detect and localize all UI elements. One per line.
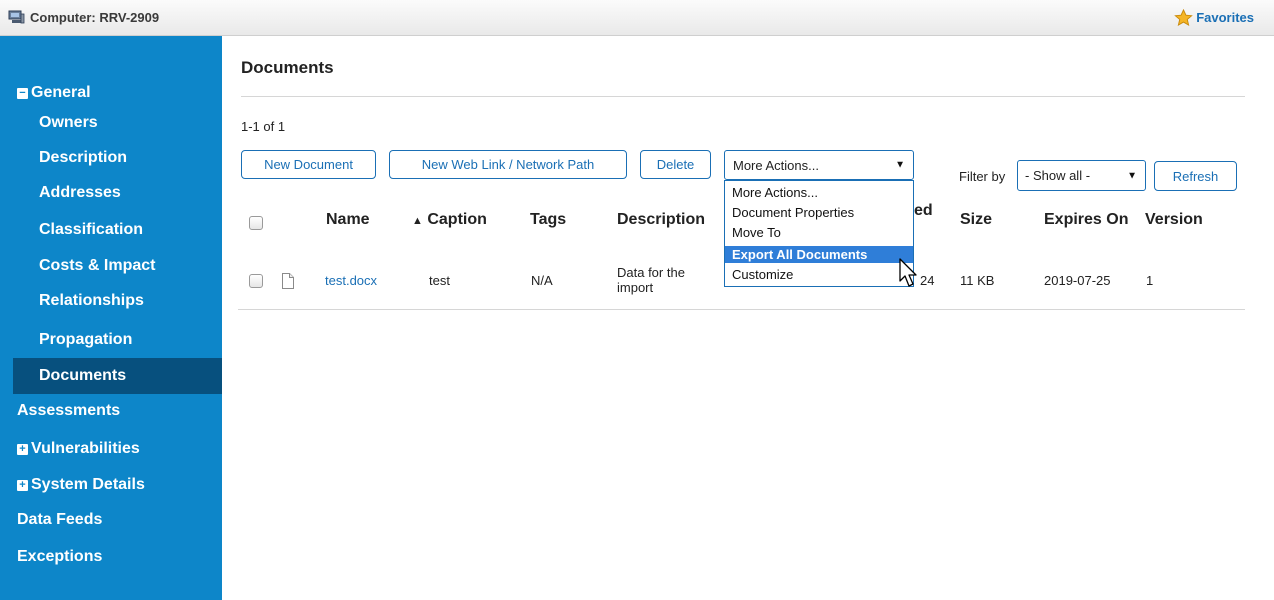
column-header-caption[interactable]: ▲ Caption [412,211,487,229]
sidebar-item-label: Assessments [17,402,121,419]
sidebar-item-label: Documents [39,367,127,384]
delete-button[interactable]: Delete [640,150,711,179]
document-date: 24 [920,273,935,288]
sidebar-item-addresses[interactable]: Addresses [0,176,222,210]
sidebar-item-exceptions[interactable]: Exceptions [0,540,222,574]
window-title: Computer: RRV-2909 [30,10,160,25]
expand-icon[interactable]: + [17,443,28,455]
dropdown-option-more-actions[interactable]: More Actions... [725,184,913,201]
sidebar-item-general[interactable]: − General [0,76,222,110]
computer-icon [8,10,25,24]
expand-icon[interactable]: + [17,479,28,491]
filter-value: - Show all - [1025,168,1091,183]
column-header-label: Caption [427,211,487,228]
sidebar-item-label: Propagation [39,331,133,348]
column-header-expires-on[interactable]: Expires On [1044,211,1128,229]
divider [241,96,1245,97]
filter-select[interactable]: - Show all - ▼ [1017,160,1146,191]
dropdown-option-document-properties[interactable]: Document Properties [725,204,913,221]
sidebar-item-propagation[interactable]: Propagation [0,323,222,357]
record-count: 1-1 of 1 [241,119,286,134]
column-header-description[interactable]: Description [617,211,705,229]
description-line: Data for the [617,265,685,280]
row-checkbox[interactable] [249,274,263,288]
sidebar-item-label: Exceptions [17,548,103,565]
document-size: 11 KB [960,273,995,288]
sidebar-item-label: Description [39,149,128,166]
dropdown-option-customize[interactable]: Customize [725,266,913,283]
document-caption: test [429,273,450,288]
dropdown-arrow-icon: ▼ [895,159,905,171]
sidebar-item-system-details[interactable]: + System Details [0,468,222,502]
new-document-button[interactable]: New Document [241,150,376,179]
sidebar-item-label: System Details [31,476,145,493]
sidebar-item-label: General [31,84,91,101]
document-icon [282,273,294,289]
more-actions-select[interactable]: More Actions... ▼ [724,150,914,180]
sidebar-item-vulnerabilities[interactable]: + Vulnerabilities [0,432,222,466]
document-version: 1 [1146,273,1154,288]
sidebar-item-label: Classification [39,221,144,238]
sidebar-item-documents[interactable]: Documents [13,358,222,394]
document-description: Data for the import [617,265,685,295]
refresh-button[interactable]: Refresh [1154,161,1237,191]
sidebar-item-owners[interactable]: Owners [0,106,222,140]
star-icon [1174,9,1193,26]
column-header-version[interactable]: Version [1145,211,1203,229]
column-header-name[interactable]: Name [326,211,370,229]
favorites-button[interactable]: Favorites [1174,9,1254,26]
dropdown-option-export-all[interactable]: Export All Documents [725,246,913,263]
favorites-label: Favorites [1196,10,1254,25]
column-header-date[interactable]: ed [914,202,933,220]
select-all-checkbox[interactable] [249,216,263,230]
document-tags: N/A [531,273,553,288]
sidebar-item-label: Relationships [39,292,144,309]
row-divider [238,309,1245,310]
sidebar-item-classification[interactable]: Classification [0,213,222,247]
more-actions-value: More Actions... [733,157,819,173]
new-web-link-button[interactable]: New Web Link / Network Path [389,150,627,179]
sidebar-item-label: Vulnerabilities [31,440,140,457]
sidebar: − General Owners Description Addresses C… [0,36,222,600]
sidebar-item-costs-impact[interactable]: Costs & Impact [0,249,222,283]
more-actions-dropdown: More Actions... Document Properties Move… [724,180,914,287]
sidebar-item-data-feeds[interactable]: Data Feeds [0,503,222,537]
sidebar-item-relationships[interactable]: Relationships [0,284,222,318]
sidebar-item-label: Data Feeds [17,511,103,528]
sidebar-item-description[interactable]: Description [0,141,222,175]
dropdown-arrow-icon: ▼ [1127,170,1137,181]
top-bar: Computer: RRV-2909 Favorites [0,0,1274,36]
sidebar-item-label: Costs & Impact [39,257,156,274]
collapse-icon[interactable]: − [17,87,28,99]
sidebar-item-label: Owners [39,114,98,131]
sidebar-item-label: Addresses [39,184,121,201]
document-expires-on: 2019-07-25 [1044,273,1111,288]
sort-ascending-icon: ▲ [412,215,423,227]
page-title: Documents [241,58,334,77]
sidebar-item-assessments[interactable]: Assessments [0,394,222,428]
dropdown-option-move-to[interactable]: Move To [725,224,913,241]
column-header-size[interactable]: Size [960,211,992,229]
document-name-link[interactable]: test.docx [325,273,377,288]
filter-label: Filter by [959,169,1006,184]
column-header-tags[interactable]: Tags [530,211,566,229]
description-line: import [617,280,654,295]
